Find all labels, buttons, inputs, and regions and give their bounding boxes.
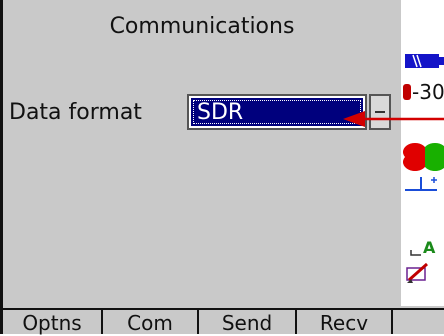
softkey-optns[interactable]: Optns xyxy=(3,310,103,335)
communications-screen: Communications Data format SDR -30 A Opt… xyxy=(0,0,444,335)
softkey-send[interactable]: Send xyxy=(199,310,297,335)
softkey-com[interactable]: Com xyxy=(103,310,199,335)
softkey-recv[interactable]: Recv xyxy=(297,310,393,335)
pointer-arrow-icon xyxy=(343,111,444,127)
softkey-bar: Optns Com Send Recv xyxy=(3,308,444,335)
